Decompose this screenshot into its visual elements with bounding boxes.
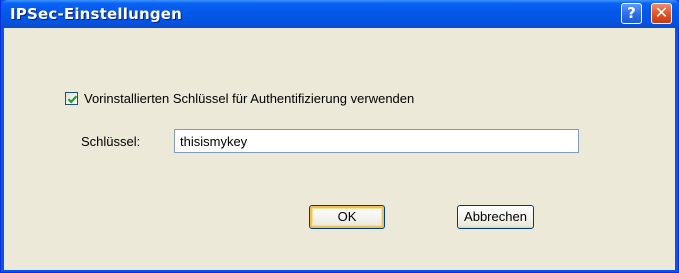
key-label: Schlüssel:	[81, 134, 141, 149]
preshared-key-checkbox[interactable]	[65, 92, 78, 105]
cancel-button[interactable]: Abbrechen	[457, 205, 534, 229]
key-input[interactable]: thisismykey	[174, 129, 579, 153]
help-icon: ?	[627, 4, 636, 22]
close-icon: ✕	[654, 3, 669, 22]
check-mark-icon	[67, 95, 78, 104]
close-button[interactable]: ✕	[651, 3, 672, 24]
help-button[interactable]: ?	[621, 3, 642, 24]
ok-button[interactable]: OK	[309, 205, 385, 229]
window-title: IPSec-Einstellungen	[10, 5, 183, 23]
title-bar[interactable]: IPSec-Einstellungen ? ✕	[1, 0, 679, 28]
dialog-body: Vorinstallierten Schlüssel für Authentif…	[4, 28, 675, 270]
preshared-key-checkbox-label[interactable]: Vorinstallierten Schlüssel für Authentif…	[84, 91, 414, 106]
dialog-window: IPSec-Einstellungen ? ✕ Vorinstallierten…	[0, 0, 679, 273]
